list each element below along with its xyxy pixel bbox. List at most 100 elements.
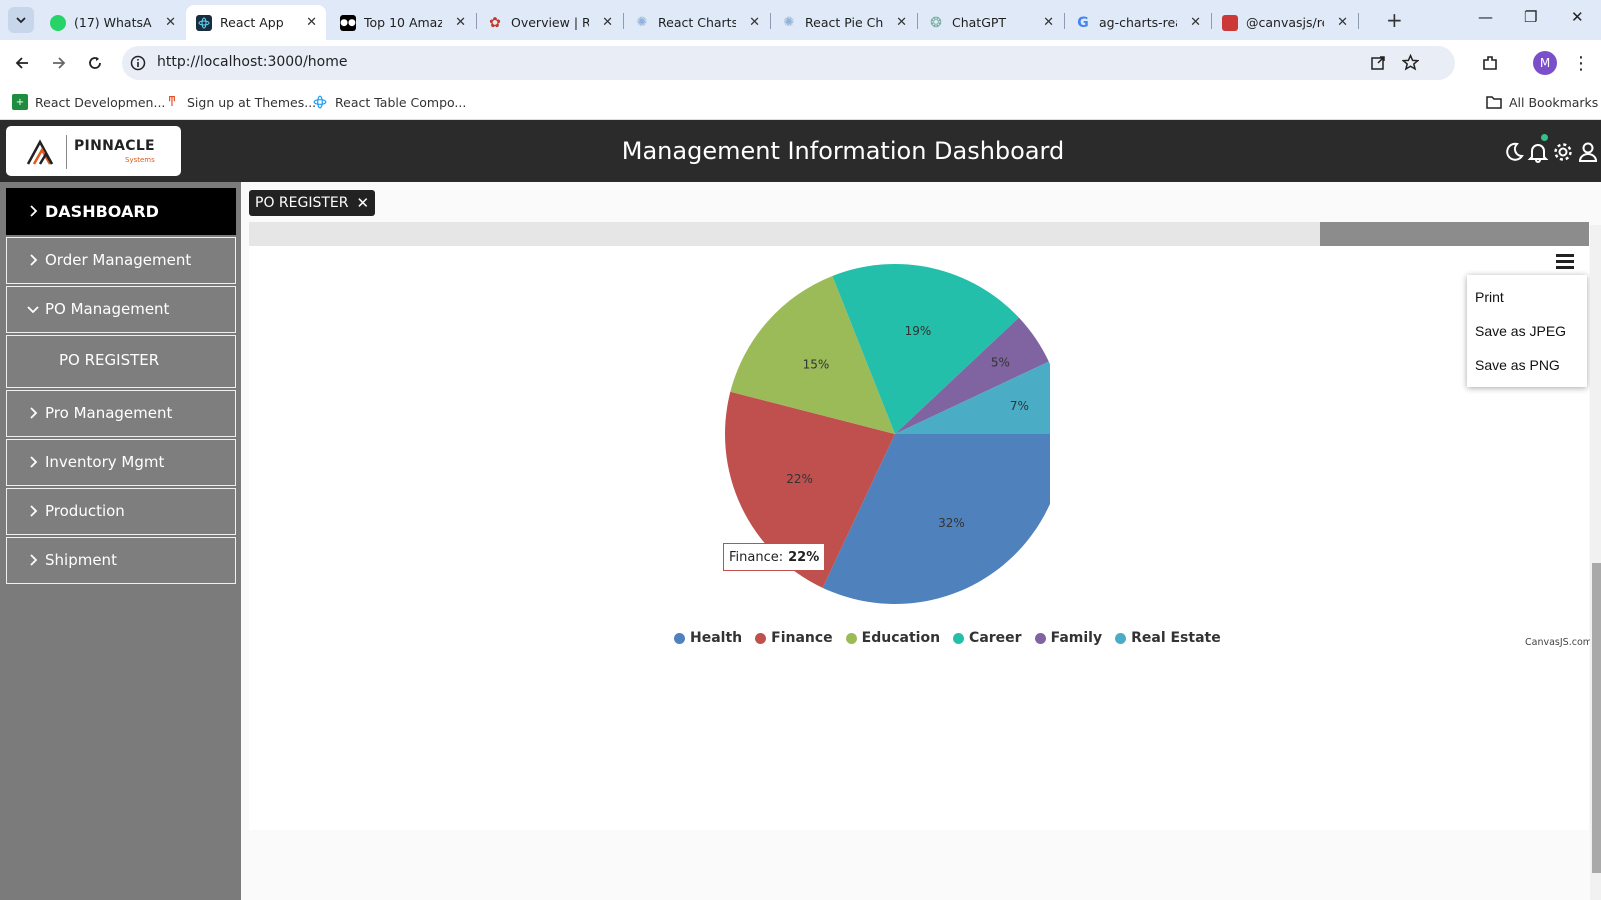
all-bookmarks[interactable]: All Bookmarks (1486, 94, 1598, 110)
legend-label: Family (1050, 630, 1103, 646)
pie-label: 22% (786, 472, 813, 486)
address-bar[interactable]: http://localhost:3000/home (122, 46, 1455, 80)
browser-tab-react-app[interactable]: React App ✕ (186, 5, 326, 40)
browser-tab-top10[interactable]: ●● Top 10 Amazing ✕ (330, 5, 475, 40)
close-icon[interactable]: ✕ (1337, 15, 1348, 30)
chevron-right-icon (30, 205, 38, 217)
pie-label: 19% (905, 324, 932, 338)
browser-tab-overview[interactable]: ✿ Overview | React ✕ (477, 5, 622, 40)
google-icon: G (1077, 14, 1089, 31)
scrollbar-thumb[interactable] (1320, 222, 1589, 246)
sidebar-item-order-management[interactable]: Order Management (6, 237, 236, 284)
forward-icon[interactable] (47, 51, 71, 75)
legend-label: Real Estate (1131, 630, 1221, 646)
vertical-scrollbar[interactable] (1590, 225, 1601, 900)
chevron-right-icon (30, 554, 38, 566)
close-icon[interactable]: ✕ (356, 194, 369, 212)
open-in-app-icon[interactable] (1370, 55, 1386, 71)
tab-search-button[interactable] (8, 7, 34, 33)
extensions-icon[interactable] (1478, 51, 1502, 75)
bookmark-themes[interactable]: ͳ Sign up at Themes... (164, 94, 316, 110)
sidebar-item-po-register[interactable]: PO REGISTER (6, 335, 236, 388)
sidebar-item-inventory-mgmt[interactable]: Inventory Mgmt (6, 439, 236, 486)
close-icon[interactable]: ✕ (1190, 15, 1201, 30)
chart-menu-icon[interactable] (1556, 254, 1574, 270)
menu-item-save-png[interactable]: Save as PNG (1475, 357, 1560, 373)
chevron-right-icon (30, 254, 38, 266)
whatsapp-icon (50, 14, 66, 31)
reload-icon[interactable] (83, 51, 107, 75)
close-icon[interactable]: ✕ (896, 15, 907, 30)
pie-label: 15% (803, 357, 830, 371)
close-icon[interactable]: ✕ (1043, 15, 1054, 30)
back-icon[interactable] (10, 51, 34, 75)
sidebar-item-production[interactable]: Production (6, 488, 236, 535)
gear-icon: ✿ (489, 14, 501, 31)
legend-item[interactable]: Real Estate (1115, 630, 1221, 646)
sheets-icon: + (12, 94, 28, 110)
legend-item[interactable]: Finance (755, 630, 833, 646)
chart-legend: Health Finance Education Career Family Real E… (674, 630, 1234, 646)
close-icon[interactable]: ✕ (306, 15, 317, 30)
sidebar-item-po-management[interactable]: PO Management (6, 286, 236, 333)
sidebar-item-pro-management[interactable]: Pro Management (6, 390, 236, 437)
pie-label: 32% (938, 516, 965, 530)
export-menu: Print Save as JPEG Save as PNG (1467, 275, 1587, 387)
legend-item[interactable]: Career (953, 630, 1022, 646)
scrollbar-thumb[interactable] (1592, 563, 1601, 873)
tab-separator (1358, 13, 1359, 29)
menu-item-print[interactable]: Print (1475, 289, 1504, 305)
chatgpt-icon: ❂ (930, 14, 942, 31)
browser-tab-react-pie[interactable]: ✺ React Pie Chart ✕ (771, 5, 916, 40)
close-icon[interactable]: ✕ (749, 15, 760, 30)
pie-label: 7% (1010, 399, 1029, 413)
browser-menu-icon[interactable]: ⋮ (1569, 51, 1593, 75)
browser-tab-react-charts[interactable]: ✺ React Charts & ✕ (624, 5, 769, 40)
legend-item[interactable]: Health (674, 630, 742, 646)
profile-avatar[interactable]: M (1533, 51, 1557, 75)
bookmark-react-table[interactable]: React Table Compo... (312, 94, 466, 110)
close-icon[interactable]: ✕ (165, 15, 176, 30)
user-icon[interactable] (1576, 140, 1600, 164)
browser-tab-canvasjs[interactable]: @canvasjs/react ✕ (1212, 5, 1357, 40)
chevron-right-icon (30, 407, 38, 419)
bell-icon[interactable] (1526, 134, 1550, 164)
close-icon[interactable]: ✕ (455, 15, 466, 30)
medium-icon: ●● (340, 14, 356, 31)
chevron-right-icon (30, 456, 38, 468)
sidebar: DASHBOARD Order Management PO Management… (0, 182, 241, 900)
star-icon[interactable] (1402, 54, 1419, 71)
legend-marker (755, 632, 767, 644)
charts-icon: ✺ (783, 15, 795, 30)
legend-item[interactable]: Education (845, 630, 940, 646)
legend-label: Career (969, 630, 1022, 646)
legend-label: Finance (771, 630, 833, 646)
legend-item[interactable]: Family (1034, 630, 1103, 646)
close-window-icon[interactable]: ✕ (1571, 8, 1584, 26)
legend-label: Health (690, 630, 743, 646)
app-header: PINNACLE Systems Management Information … (0, 120, 1601, 182)
minimize-icon[interactable]: — (1478, 8, 1493, 26)
themes-icon: ͳ (167, 94, 177, 110)
chart-tooltip: Finance: 22% (723, 543, 826, 571)
browser-tab-ag-charts[interactable]: G ag-charts-react ✕ (1065, 5, 1210, 40)
browser-tab-chatgpt[interactable]: ❂ ChatGPT ✕ (918, 5, 1063, 40)
browser-tab-whatsapp[interactable]: (17) WhatsApp ✕ (40, 5, 185, 40)
folder-icon (1486, 94, 1502, 110)
chevron-right-icon (30, 505, 38, 517)
gear-icon[interactable] (1551, 140, 1575, 164)
pie-label: 5% (991, 355, 1010, 369)
moon-icon[interactable] (1502, 140, 1526, 164)
open-page-tab[interactable]: PO REGISTER ✕ (249, 190, 376, 216)
bookmarks-bar: + React Developmen... ͳ Sign up at Theme… (0, 86, 1601, 120)
legend-marker (1115, 632, 1127, 644)
bookmark-react-development[interactable]: + React Developmen... (12, 94, 165, 110)
site-info-icon[interactable] (130, 55, 146, 71)
chart-credit[interactable]: CanvasJS.com (1525, 637, 1592, 648)
new-tab-icon[interactable]: + (1386, 8, 1403, 32)
sidebar-item-dashboard[interactable]: DASHBOARD (6, 188, 236, 235)
close-icon[interactable]: ✕ (602, 15, 613, 30)
menu-item-save-jpeg[interactable]: Save as JPEG (1475, 323, 1566, 339)
restore-icon[interactable]: ❐ (1524, 8, 1537, 26)
sidebar-item-shipment[interactable]: Shipment (6, 537, 236, 584)
